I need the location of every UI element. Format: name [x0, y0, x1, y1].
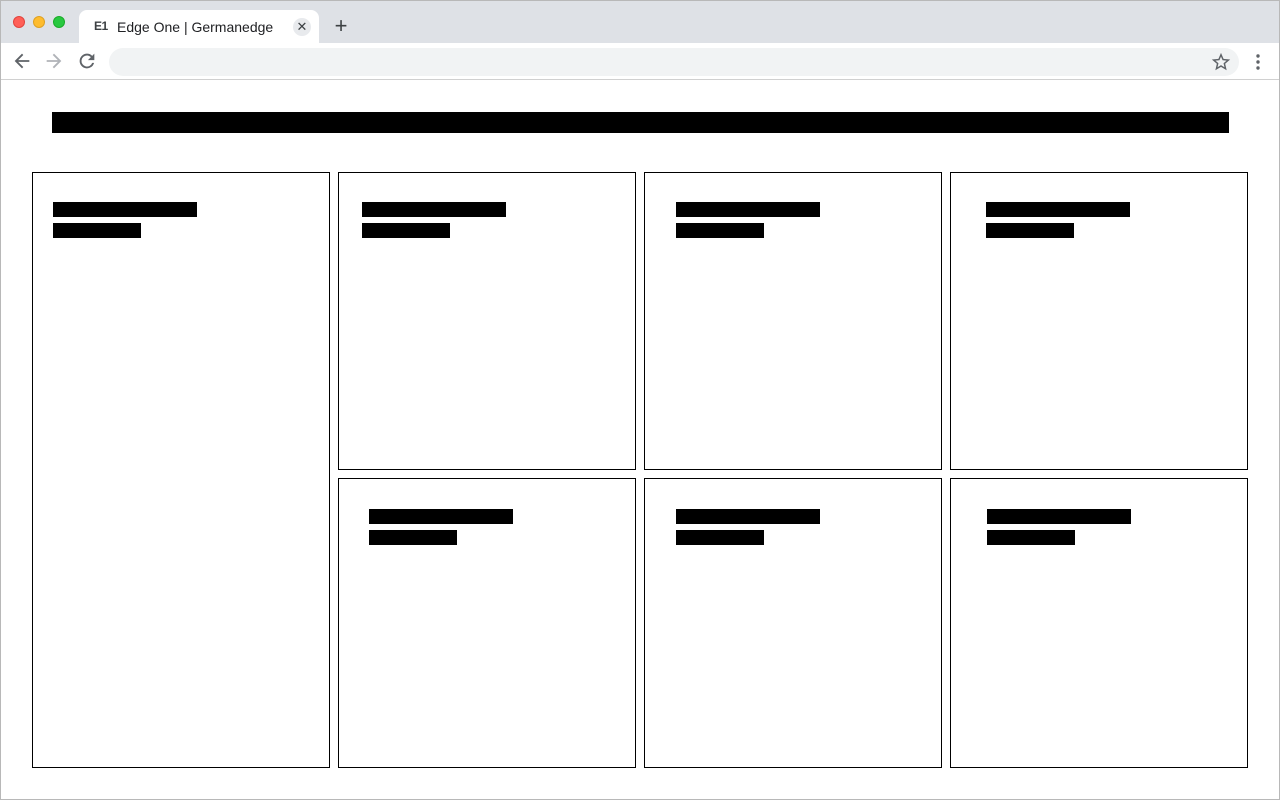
tab-title: Edge One | Germanedge — [117, 19, 274, 35]
card-7[interactable] — [950, 478, 1248, 768]
card-title-placeholder — [369, 509, 513, 524]
card-3[interactable] — [644, 172, 942, 470]
card-title-placeholder — [362, 202, 506, 217]
new-tab-icon[interactable]: + — [330, 15, 352, 37]
card-title-placeholder — [986, 202, 1130, 217]
card-subtitle-placeholder — [986, 223, 1074, 238]
card-subtitle-placeholder — [676, 223, 764, 238]
page-header-placeholder — [52, 112, 1229, 133]
card-6[interactable] — [644, 478, 942, 768]
bookmark-star-icon[interactable] — [1210, 51, 1232, 73]
card-1[interactable] — [32, 172, 330, 768]
card-4[interactable] — [950, 172, 1248, 470]
card-title-placeholder — [987, 509, 1131, 524]
card-title-placeholder — [53, 202, 197, 217]
card-5[interactable] — [338, 478, 636, 768]
card-title-placeholder — [676, 202, 820, 217]
more-vert-icon[interactable] — [1248, 51, 1268, 73]
maximize-window-button[interactable] — [53, 16, 65, 28]
card-subtitle-placeholder — [987, 530, 1075, 545]
card-subtitle-placeholder — [369, 530, 457, 545]
close-window-button[interactable] — [13, 16, 25, 28]
reload-icon[interactable] — [76, 50, 98, 72]
card-subtitle-placeholder — [362, 223, 450, 238]
card-subtitle-placeholder — [676, 530, 764, 545]
active-tab[interactable]: E1 Edge One | Germanedge ✕ — [79, 10, 319, 43]
arrow-right-icon[interactable] — [43, 50, 65, 72]
tab-strip: E1 Edge One | Germanedge ✕ + — [1, 1, 1279, 43]
card-subtitle-placeholder — [53, 223, 141, 238]
arrow-left-icon[interactable] — [11, 50, 33, 72]
page-content — [1, 81, 1279, 799]
minimize-window-button[interactable] — [33, 16, 45, 28]
close-tab-icon[interactable]: ✕ — [293, 18, 311, 36]
browser-toolbar — [1, 43, 1279, 80]
favicon-icon: E1 — [94, 19, 108, 33]
address-bar[interactable] — [109, 48, 1239, 76]
card-title-placeholder — [676, 509, 820, 524]
card-2[interactable] — [338, 172, 636, 470]
browser-window: E1 Edge One | Germanedge ✕ + — [0, 0, 1280, 800]
